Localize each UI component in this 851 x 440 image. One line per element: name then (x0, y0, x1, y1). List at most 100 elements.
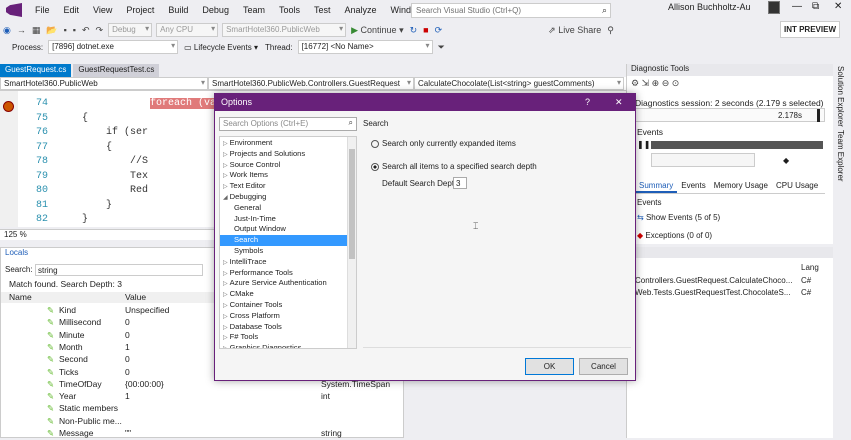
expand-arrow-icon[interactable]: ▷ (223, 184, 228, 190)
cancel-button[interactable]: Cancel (579, 358, 628, 375)
startup-project-dropdown[interactable]: SmartHotel360.PublicWeb (222, 23, 347, 37)
ok-button[interactable]: OK (525, 358, 574, 375)
radio-search-depth[interactable]: Search all items to a specified search d… (371, 162, 537, 171)
tree-item-performance-tools[interactable]: ▷ Performance Tools (220, 268, 348, 279)
save-all-icon[interactable]: ▪ (70, 25, 79, 35)
tree-item-projects-and-solutions[interactable]: ▷ Projects and Solutions (220, 149, 348, 160)
menu-team[interactable]: Team (236, 5, 272, 15)
expand-arrow-icon[interactable]: ▷ (223, 141, 228, 147)
code-line[interactable]: } (82, 214, 88, 225)
tab-memory-usage[interactable]: Memory Usage (710, 180, 772, 193)
code-line[interactable]: if (ser (82, 127, 148, 138)
code-line[interactable]: { (82, 142, 112, 153)
menu-debug[interactable]: Debug (195, 5, 236, 15)
locals-row[interactable]: ✎ Non-Public me... (1, 416, 405, 428)
tree-item-cross-platform[interactable]: ▷ Cross Platform (220, 311, 348, 322)
radio-expanded-items[interactable]: Search only currently expanded items (371, 139, 516, 148)
expand-arrow-icon[interactable]: ▷ (223, 335, 228, 341)
code-line[interactable]: Tex (82, 171, 148, 182)
global-search-box[interactable]: Search Visual Studio (Ctrl+Q) ⌕ (411, 3, 611, 18)
lang-column-header[interactable]: Lang (801, 263, 819, 272)
tree-item-f-tools[interactable]: ▷ F# Tools (220, 332, 348, 343)
tree-item-output-window[interactable]: Output Window (220, 224, 348, 235)
tab-events[interactable]: Events (677, 180, 709, 193)
locals-row[interactable]: ✎ Static members (1, 403, 405, 415)
locals-row[interactable]: ✎ Message "" string (1, 428, 405, 440)
locals-row[interactable]: ✎ Year 1 int (1, 391, 405, 403)
tree-item-azure-service-authentication[interactable]: ▷ Azure Service Authentication (220, 278, 348, 289)
tree-item-general[interactable]: General (220, 203, 348, 214)
solution-explorer-tab[interactable]: Solution Explorer (836, 66, 845, 127)
continue-button[interactable]: ▶ Continue ▾ (348, 25, 407, 36)
lifecycle-events-button[interactable]: ▭ Lifecycle Events ▾ (180, 43, 262, 52)
new-project-icon[interactable]: ▦ (29, 25, 44, 36)
filter-icon[interactable]: ⏷ (435, 42, 448, 53)
call-stack-frame[interactable]: Web.Tests.GuestRequestTest.ChocolateS... (635, 288, 790, 297)
zoom-out-icon[interactable]: ⊖ (662, 78, 670, 88)
expand-arrow-icon[interactable]: ▷ (223, 292, 228, 298)
redo-icon[interactable]: ↷ (93, 25, 107, 36)
tree-scrollbar-thumb[interactable] (349, 149, 355, 259)
tree-item-container-tools[interactable]: ▷ Container Tools (220, 300, 348, 311)
events-track[interactable] (651, 153, 755, 167)
stop-icon[interactable]: ■ (420, 25, 431, 35)
tree-item-work-items[interactable]: ▷ Work Items (220, 170, 348, 181)
team-explorer-tab[interactable]: Team Explorer (836, 130, 845, 182)
tree-item-search[interactable]: Search (220, 235, 348, 246)
options-search-input[interactable]: Search Options (Ctrl+E) ⌕ (219, 117, 357, 131)
expand-arrow-icon[interactable]: ▷ (223, 346, 228, 348)
expand-arrow-icon[interactable]: ▷ (223, 260, 228, 266)
menu-analyze[interactable]: Analyze (338, 5, 384, 15)
menu-file[interactable]: File (28, 5, 57, 15)
expand-arrow-icon[interactable]: ▷ (223, 325, 228, 331)
close-window-icon[interactable]: ✕ (834, 1, 842, 12)
tab-guestrequesttest-cs[interactable]: GuestRequestTest.cs (73, 64, 160, 77)
tree-item-environment[interactable]: ▷ Environment (220, 138, 348, 149)
pause-icon[interactable]: ❚❚ (637, 140, 650, 149)
code-line[interactable]: foreach (var (150, 98, 223, 109)
col-value[interactable]: Value (125, 292, 146, 302)
tree-item-text-editor[interactable]: ▷ Text Editor (220, 181, 348, 192)
tree-item-cmake[interactable]: ▷ CMake (220, 289, 348, 300)
process-dropdown[interactable]: [7896] dotnet.exe (48, 40, 179, 54)
tree-item-database-tools[interactable]: ▷ Database Tools (220, 322, 348, 333)
tree-item-intellitrace[interactable]: ▷ IntelliTrace (220, 257, 348, 268)
int-preview-badge[interactable]: INT PREVIEW (780, 21, 840, 38)
thread-dropdown[interactable]: [16772] <No Name> (297, 40, 433, 54)
tab-summary[interactable]: Summary (635, 180, 678, 193)
configuration-dropdown[interactable]: Debug (108, 23, 153, 37)
live-share-button[interactable]: ⇗ Live Share (545, 25, 604, 36)
method-dropdown[interactable]: CalculateChocolate(List<string> guestCom… (414, 77, 624, 90)
options-title-bar[interactable]: Options ? ✕ (215, 94, 635, 111)
expand-arrow-icon[interactable]: ▷ (223, 173, 228, 179)
code-line[interactable]: } (82, 200, 112, 211)
timeline-ruler[interactable]: 2.178s (635, 108, 825, 122)
expand-arrow-icon[interactable]: ▷ (223, 314, 228, 320)
platform-dropdown[interactable]: Any CPU (156, 23, 219, 37)
menu-view[interactable]: View (86, 5, 119, 15)
export-icon[interactable]: ⇲ (642, 78, 650, 88)
call-stack-frame[interactable]: Controllers.GuestRequest.CalculateChoco.… (635, 276, 792, 285)
depth-input[interactable]: 3 (453, 177, 467, 189)
locals-search-input[interactable]: string (35, 264, 203, 276)
expand-arrow-icon[interactable]: ▷ (223, 163, 228, 169)
menu-test[interactable]: Test (307, 5, 338, 15)
menu-build[interactable]: Build (161, 5, 195, 15)
restart-icon[interactable]: ⟳ (432, 25, 446, 36)
expand-arrow-icon[interactable]: ◢ (223, 195, 228, 201)
tree-item-debugging[interactable]: ◢ Debugging (220, 192, 348, 203)
menu-project[interactable]: Project (119, 5, 161, 15)
menu-tools[interactable]: Tools (272, 5, 307, 15)
expand-arrow-icon[interactable]: ▷ (223, 303, 228, 309)
expand-arrow-icon[interactable]: ▷ (223, 152, 228, 158)
avatar[interactable] (768, 1, 780, 14)
events-track-bar[interactable] (651, 141, 823, 149)
event-marker-icon[interactable]: ◆ (783, 156, 789, 165)
search-icon[interactable]: ⌕ (602, 5, 607, 16)
back-icon[interactable]: ◉ (0, 25, 14, 36)
tree-item-just-in-time[interactable]: Just-In-Time (220, 214, 348, 225)
open-icon[interactable]: 📂 (43, 25, 60, 36)
breakpoint-arrow-icon[interactable] (3, 101, 14, 112)
tab-cpu-usage[interactable]: CPU Usage (772, 180, 822, 193)
save-icon[interactable]: ▪ (61, 25, 70, 35)
